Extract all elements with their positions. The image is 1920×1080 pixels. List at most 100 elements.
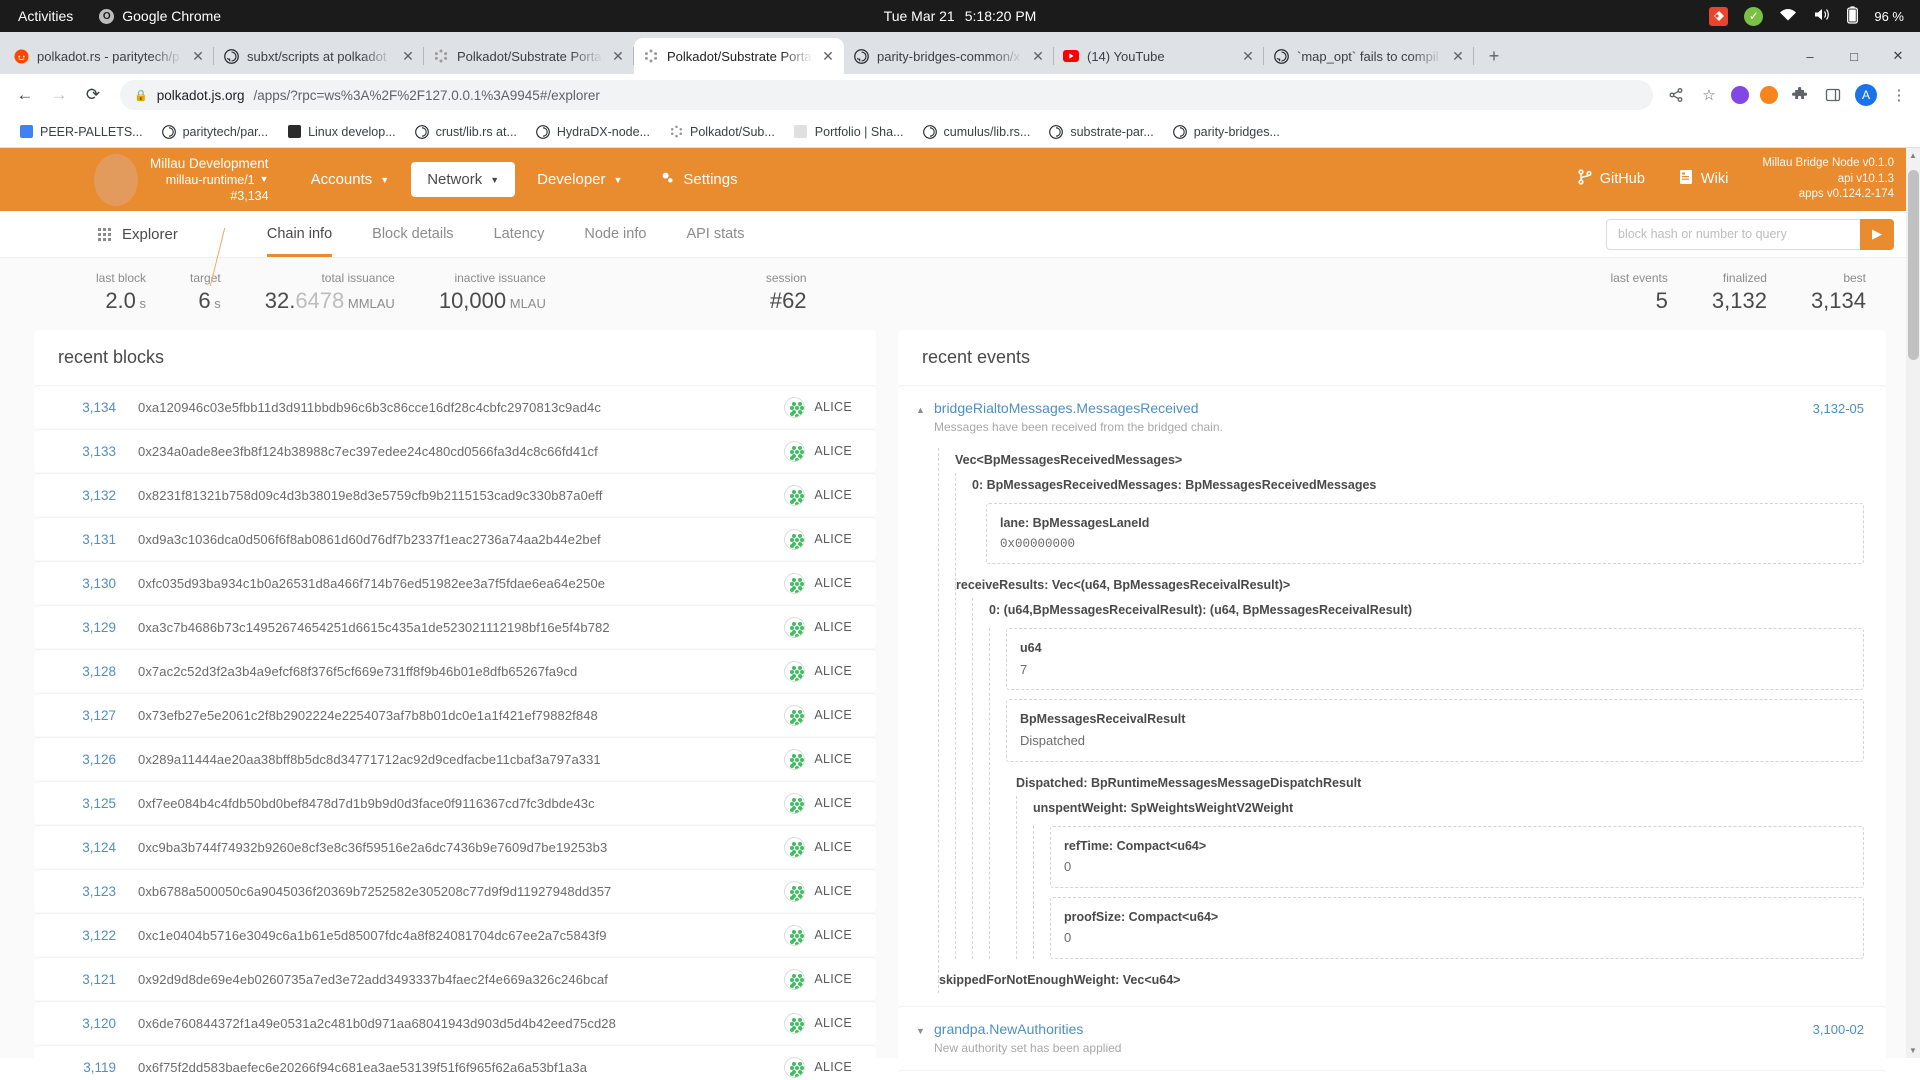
bookmark-item[interactable]: paritytech/par... — [154, 121, 275, 143]
table-row[interactable]: 3,131 0xd9a3c1036dca0d506f6f8ab0861d60d76… — [34, 517, 876, 561]
block-number[interactable]: 3,129 — [58, 620, 116, 635]
block-number[interactable]: 3,119 — [58, 1060, 116, 1075]
bookmark-item[interactable]: crust/lib.rs at... — [407, 121, 524, 143]
tab-latency[interactable]: Latency — [474, 211, 565, 257]
table-row[interactable]: 3,133 0x234a0ade8ee3fb8f124b38988c7ec397e… — [34, 429, 876, 473]
tab-close-icon[interactable]: ✕ — [821, 48, 835, 65]
lock-icon[interactable]: 🔒 — [134, 89, 148, 102]
scroll-up-icon[interactable]: ▲ — [1908, 151, 1918, 160]
browser-tab[interactable]: subxt/scripts at polkadot ✕ — [214, 38, 424, 74]
chain-selector[interactable]: Millau Development millau-runtime/1 ▼ #3… — [150, 155, 269, 204]
block-number[interactable]: 3,124 — [58, 840, 116, 855]
event-name[interactable]: grandpa.NewAuthorities — [934, 1020, 1813, 1039]
table-row[interactable]: 3,121 0x92d9d8de69e4eb0260735a7ed3e72add3… — [34, 957, 876, 1001]
avatar[interactable]: A — [1855, 84, 1877, 106]
event-block-ref[interactable]: 3,100-02 — [1813, 1020, 1864, 1037]
browser-tab[interactable]: polkadot.rs - paritytech/p ✕ — [4, 38, 214, 74]
maximize-button[interactable]: □ — [1832, 38, 1876, 74]
event-name[interactable]: bridgeRialtoMessages.MessagesReceived — [934, 399, 1813, 418]
table-row[interactable]: 3,120 0x6de760844372f1a49e0531a2c481b0d97… — [34, 1001, 876, 1045]
tab-close-icon[interactable]: ✕ — [191, 48, 205, 65]
block-number[interactable]: 3,121 — [58, 972, 116, 987]
forward-button[interactable]: → — [44, 80, 74, 110]
browser-tab[interactable]: (14) YouTube ✕ — [1054, 38, 1264, 74]
block-number[interactable]: 3,127 — [58, 708, 116, 723]
expand-icon[interactable]: ▼ — [916, 1020, 934, 1036]
bookmark-item[interactable]: PEER-PALLETS... — [11, 121, 150, 143]
table-row[interactable]: 3,119 0x6f75f2dd583baefec6e20266f94c681ea… — [34, 1045, 876, 1080]
reload-button[interactable]: ⟳ — [78, 80, 108, 110]
event-block-ref[interactable]: 3,132-05 — [1813, 399, 1864, 416]
bookmark-item[interactable]: HydraDX-node... — [528, 121, 657, 143]
wiki-link[interactable]: Wiki — [1679, 169, 1728, 189]
new-tab-button[interactable]: + — [1480, 42, 1508, 70]
tab-chain-info[interactable]: Chain info — [247, 211, 352, 257]
activities-button[interactable]: Activities — [18, 8, 73, 24]
block-number[interactable]: 3,131 — [58, 532, 116, 547]
browser-tab[interactable]: Polkadot/Substrate Porta ✕ — [424, 38, 634, 74]
block-number[interactable]: 3,120 — [58, 1016, 116, 1031]
browser-tab[interactable]: parity-bridges-common/x ✕ — [844, 38, 1054, 74]
share-icon[interactable] — [1665, 84, 1687, 106]
block-number[interactable]: 3,134 — [58, 400, 116, 415]
system-tray[interactable]: ✓ 96 % — [1709, 5, 1920, 27]
event-row[interactable]: ▼ session.NewSession New session has hap… — [898, 1069, 1886, 1080]
scrollbar-thumb[interactable] — [1908, 170, 1919, 360]
active-app-indicator[interactable]: O Google Chrome — [99, 8, 221, 24]
table-row[interactable]: 3,127 0x73efb27e5e2061c2f8b2902224e225407… — [34, 693, 876, 737]
table-row[interactable]: 3,124 0xc9ba3b744f74932b9260e8cf3e8c36f59… — [34, 825, 876, 869]
table-row[interactable]: 3,134 0xa120946c03e5fbb11d3d911bbdb96c6b3… — [34, 385, 876, 429]
polkadot-ext-icon[interactable] — [1760, 86, 1778, 104]
table-row[interactable]: 3,123 0xb6788a500050c6a9045036f20369b7252… — [34, 869, 876, 913]
block-query-submit[interactable]: ▶ — [1860, 218, 1894, 250]
scroll-down-icon[interactable]: ▼ — [1908, 1046, 1918, 1055]
page-scrollbar[interactable]: ▲ ▼ — [1906, 148, 1920, 1058]
nav-item-developer[interactable]: Developer ▼ — [521, 162, 638, 197]
battery-icon[interactable] — [1847, 5, 1859, 27]
back-button[interactable]: ← — [10, 80, 40, 110]
close-window-button[interactable]: ✕ — [1876, 38, 1920, 74]
tab-close-icon[interactable]: ✕ — [1241, 48, 1255, 65]
record-icon[interactable] — [1709, 6, 1729, 26]
browser-tab[interactable]: `map_opt` fails to compil ✕ — [1264, 38, 1474, 74]
collapse-icon[interactable]: ▲ — [916, 399, 934, 415]
clock-area[interactable]: Tue Mar 21 5:18:20 PM — [884, 8, 1037, 24]
block-number[interactable]: 3,123 — [58, 884, 116, 899]
tab-api-stats[interactable]: API stats — [666, 211, 764, 257]
block-number[interactable]: 3,133 — [58, 444, 116, 459]
wallet-icon[interactable] — [1731, 86, 1749, 104]
tab-close-icon[interactable]: ✕ — [1031, 48, 1045, 65]
table-row[interactable]: 3,132 0x8231f81321b758d09c4d3b38019e8d3e5… — [34, 473, 876, 517]
check-icon[interactable]: ✓ — [1744, 6, 1764, 26]
bookmark-item[interactable]: Polkadot/Sub... — [661, 121, 782, 143]
github-link[interactable]: GitHub — [1578, 169, 1645, 189]
tab-close-icon[interactable]: ✕ — [1451, 48, 1465, 65]
block-number[interactable]: 3,128 — [58, 664, 116, 679]
table-row[interactable]: 3,125 0xf7ee084b4c4fdb50bd0bef8478d7d1b9b… — [34, 781, 876, 825]
event-row-expanded[interactable]: ▲ bridgeRialtoMessages.MessagesReceived … — [898, 385, 1886, 1006]
table-row[interactable]: 3,122 0xc1e0404b5716e3049c6a1b61e5d85007f… — [34, 913, 876, 957]
minimize-button[interactable]: ‒ — [1788, 38, 1832, 74]
bookmark-item[interactable]: cumulus/lib.rs... — [915, 121, 1038, 143]
bookmark-item[interactable]: substrate-par... — [1041, 121, 1160, 143]
browser-tab-active[interactable]: Polkadot/Substrate Porta ✕ — [634, 38, 844, 74]
tab-close-icon[interactable]: ✕ — [401, 48, 415, 65]
bookmark-item[interactable]: Portfolio | Sha... — [786, 121, 911, 143]
chrome-menu-icon[interactable]: ⋮ — [1888, 84, 1910, 106]
table-row[interactable]: 3,129 0xa3c7b4686b73c14952674654251d6615c… — [34, 605, 876, 649]
tab-close-icon[interactable]: ✕ — [611, 48, 625, 65]
tab-block-details[interactable]: Block details — [352, 211, 473, 257]
star-icon[interactable]: ☆ — [1698, 84, 1720, 106]
puzzle-icon[interactable] — [1789, 84, 1811, 106]
block-query-input[interactable]: block hash or number to query — [1606, 218, 1860, 250]
block-number[interactable]: 3,126 — [58, 752, 116, 767]
tab-node-info[interactable]: Node info — [564, 211, 666, 257]
wifi-icon[interactable] — [1779, 8, 1797, 25]
block-number[interactable]: 3,130 — [58, 576, 116, 591]
block-number[interactable]: 3,132 — [58, 488, 116, 503]
address-bar[interactable]: 🔒 polkadot.js.org/apps/?rpc=ws%3A%2F%2F1… — [120, 80, 1653, 110]
block-number[interactable]: 3,122 — [58, 928, 116, 943]
event-row[interactable]: ▼ grandpa.NewAuthorities New authority s… — [898, 1005, 1886, 1070]
table-row[interactable]: 3,128 0x7ac2c52d3f2a3b4a9efcf68f376f5cf66… — [34, 649, 876, 693]
bookmark-item[interactable]: parity-bridges... — [1165, 121, 1287, 143]
